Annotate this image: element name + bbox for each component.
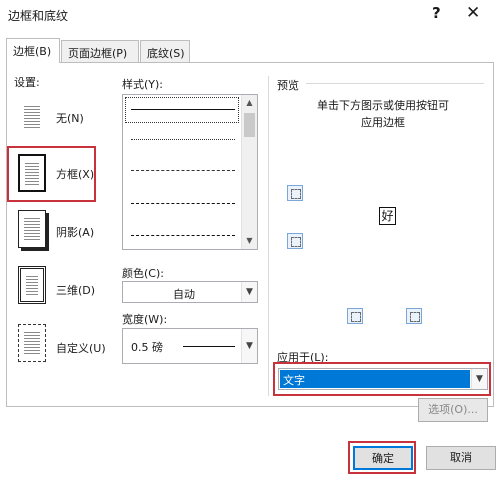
- setting-3d-icon: [18, 266, 46, 304]
- style-listbox[interactable]: ▲ ▼: [122, 94, 258, 250]
- tab-borders[interactable]: 边框(B): [6, 38, 60, 63]
- setting-custom[interactable]: 自定义(U): [14, 322, 110, 372]
- preview-sample[interactable]: 好: [379, 207, 396, 225]
- preview-hint: 单击下方图示或使用按钮可 应用边框: [317, 99, 449, 129]
- cancel-button[interactable]: 取消: [426, 446, 496, 470]
- options-button[interactable]: 选项(O)...: [418, 398, 488, 422]
- style-scrollbar[interactable]: ▲ ▼: [241, 95, 257, 249]
- setting-shadow-icon: [18, 210, 46, 248]
- ok-button[interactable]: 确定: [353, 446, 413, 470]
- setting-3d-label: 三维(D): [56, 284, 96, 297]
- help-button[interactable]: ?: [432, 4, 441, 22]
- apply-to-value: 文字: [283, 374, 305, 387]
- top-border-button-icon[interactable]: [287, 185, 303, 201]
- style-line-dash[interactable]: [131, 203, 235, 204]
- apply-to-selection: [280, 370, 470, 388]
- preview-separator: [306, 83, 484, 84]
- style-line-small-dash[interactable]: [131, 170, 235, 171]
- setting-custom-icon: [18, 324, 46, 362]
- setting-none[interactable]: 无(N): [14, 92, 100, 142]
- style-line-dotted[interactable]: [131, 139, 235, 140]
- setting-none-icon: [18, 98, 46, 136]
- column-divider: [268, 76, 269, 396]
- apply-to-dropdown[interactable]: 文字 ▼: [278, 368, 488, 390]
- width-line-sample: [183, 346, 235, 347]
- setting-shadow-label: 阴影(A): [56, 226, 95, 239]
- right-border-button-icon[interactable]: [406, 308, 422, 324]
- scroll-down-icon[interactable]: ▼: [242, 233, 257, 249]
- title-bar: [0, 0, 500, 30]
- color-label: 颜色(C):: [122, 267, 164, 280]
- setting-box-label: 方框(X): [56, 168, 95, 181]
- style-selected-item: [125, 97, 239, 123]
- close-button[interactable]: ✕: [466, 3, 480, 23]
- color-dropdown[interactable]: 自动 ▼: [122, 281, 258, 303]
- chevron-down-icon[interactable]: ▼: [241, 282, 257, 302]
- dialog-title: 边框和底纹: [8, 9, 69, 23]
- style-line-dash-dot[interactable]: [131, 235, 235, 236]
- tab-shading[interactable]: 底纹(S): [140, 40, 190, 62]
- tab-page-borders[interactable]: 页面边框(P): [61, 40, 139, 62]
- setting-box[interactable]: 方框(X): [14, 150, 100, 200]
- color-value: 自动: [173, 288, 195, 301]
- setting-3d[interactable]: 三维(D): [14, 264, 100, 314]
- setting-box-icon: [18, 154, 46, 192]
- settings-label: 设置:: [14, 76, 40, 89]
- width-label: 宽度(W):: [122, 313, 168, 326]
- setting-none-label: 无(N): [56, 112, 84, 125]
- width-dropdown[interactable]: 0.5 磅 ▼: [122, 328, 258, 364]
- preview-label: 预览: [277, 79, 299, 92]
- scroll-thumb[interactable]: [244, 113, 255, 137]
- style-line-solid[interactable]: [131, 109, 235, 110]
- setting-shadow[interactable]: 阴影(A): [14, 208, 100, 258]
- chevron-down-icon[interactable]: ▼: [241, 329, 257, 363]
- scroll-up-icon[interactable]: ▲: [242, 95, 257, 111]
- setting-custom-label: 自定义(U): [56, 342, 106, 355]
- width-value: 0.5 磅: [131, 341, 163, 354]
- style-label: 样式(Y):: [122, 78, 164, 91]
- bottom-border-button-icon[interactable]: [287, 233, 303, 249]
- left-border-button-icon[interactable]: [347, 308, 363, 324]
- chevron-down-icon[interactable]: ▼: [471, 369, 487, 389]
